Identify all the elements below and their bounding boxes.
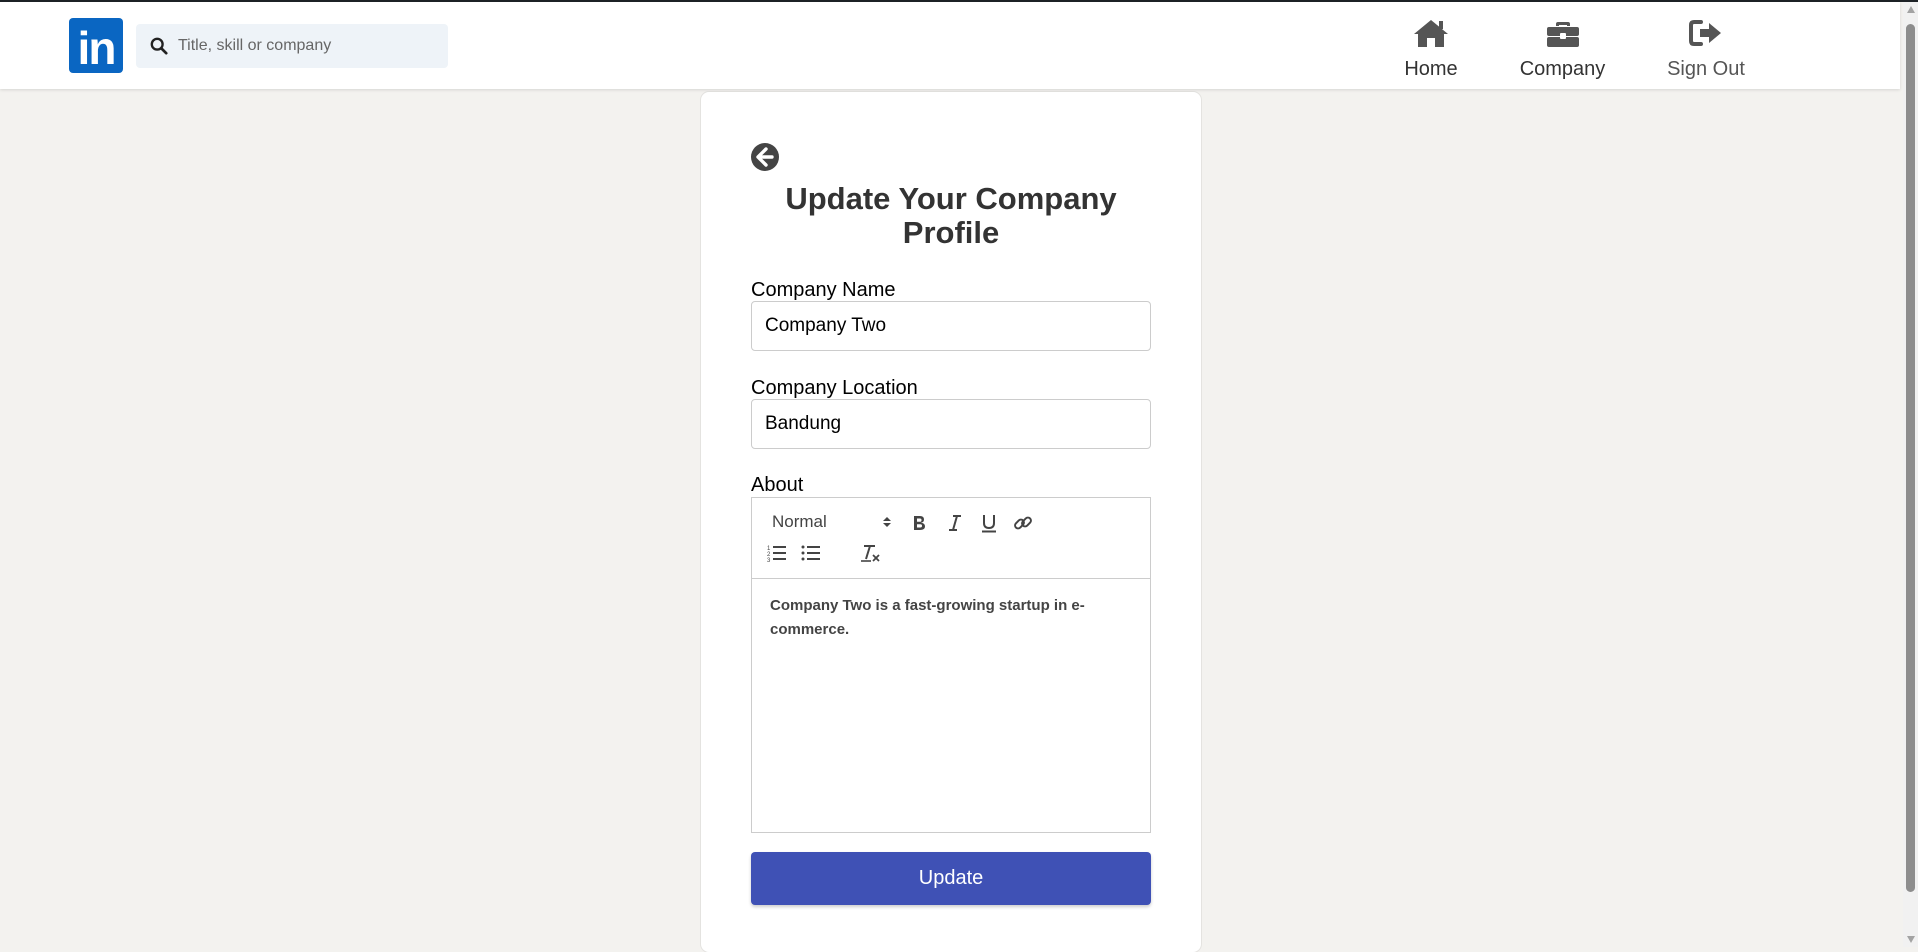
scroll-up-arrow-icon[interactable] [1907,6,1915,13]
about-content[interactable]: Company Two is a fast-growing startup in… [770,594,1130,642]
ordered-list-button[interactable]: 1 2 3 [765,542,789,564]
about-label: About [751,474,804,496]
update-company-card: Update Your Company Profile Company Name… [701,92,1201,952]
vertical-scrollbar[interactable] [1903,2,1918,947]
italic-button[interactable] [944,512,966,534]
italic-icon [949,515,961,531]
bold-button[interactable] [908,512,930,534]
update-button[interactable]: Update [751,852,1151,905]
nav-sign-out-label: Sign Out [1667,58,1745,80]
link-button[interactable] [1011,512,1035,534]
back-button[interactable] [750,142,780,172]
company-location-label: Company Location [751,377,918,399]
ordered-list-icon: 1 2 3 [767,546,786,562]
bullet-list-button[interactable] [799,542,823,564]
nav-sign-out[interactable]: Sign Out [1662,16,1750,82]
company-name-input[interactable] [751,301,1151,351]
company-location-input[interactable] [751,399,1151,449]
logo-text: in [77,21,117,74]
search-bar[interactable] [136,24,448,68]
clear-format-icon [861,545,880,562]
bullet-list-icon [801,545,820,561]
header-format-select[interactable]: Normal [772,510,891,534]
nav-home[interactable]: Home [1401,16,1461,82]
page-title: Update Your Company Profile [785,181,1117,250]
briefcase-icon [1546,22,1579,47]
arrow-circle-left-icon [751,143,779,171]
sign-out-icon [1689,20,1721,46]
about-rich-text-editor: Normal 1 2 3 Company Two is a fast-growi… [751,497,1151,833]
nav-home-label: Home [1404,58,1458,80]
search-input[interactable] [176,36,440,56]
header-format-value: Normal [772,512,827,531]
search-icon [150,37,168,55]
scroll-thumb[interactable] [1906,24,1915,892]
underline-icon [982,515,996,533]
nav-company-label: Company [1519,58,1606,80]
top-navbar: in Home Company [0,2,1900,89]
select-arrows-icon [883,517,891,527]
linkedin-logo[interactable]: in [69,18,123,74]
bold-icon [914,516,925,530]
svg-text:3: 3 [767,558,771,562]
editor-toolbar: Normal 1 2 3 [752,498,1150,579]
scroll-down-arrow-icon[interactable] [1907,936,1915,943]
nav-company[interactable]: Company [1515,16,1610,82]
underline-button[interactable] [978,512,1000,534]
link-icon [1014,516,1032,530]
home-icon [1414,20,1448,47]
company-name-label: Company Name [751,279,896,301]
clear-format-button[interactable] [859,542,883,564]
